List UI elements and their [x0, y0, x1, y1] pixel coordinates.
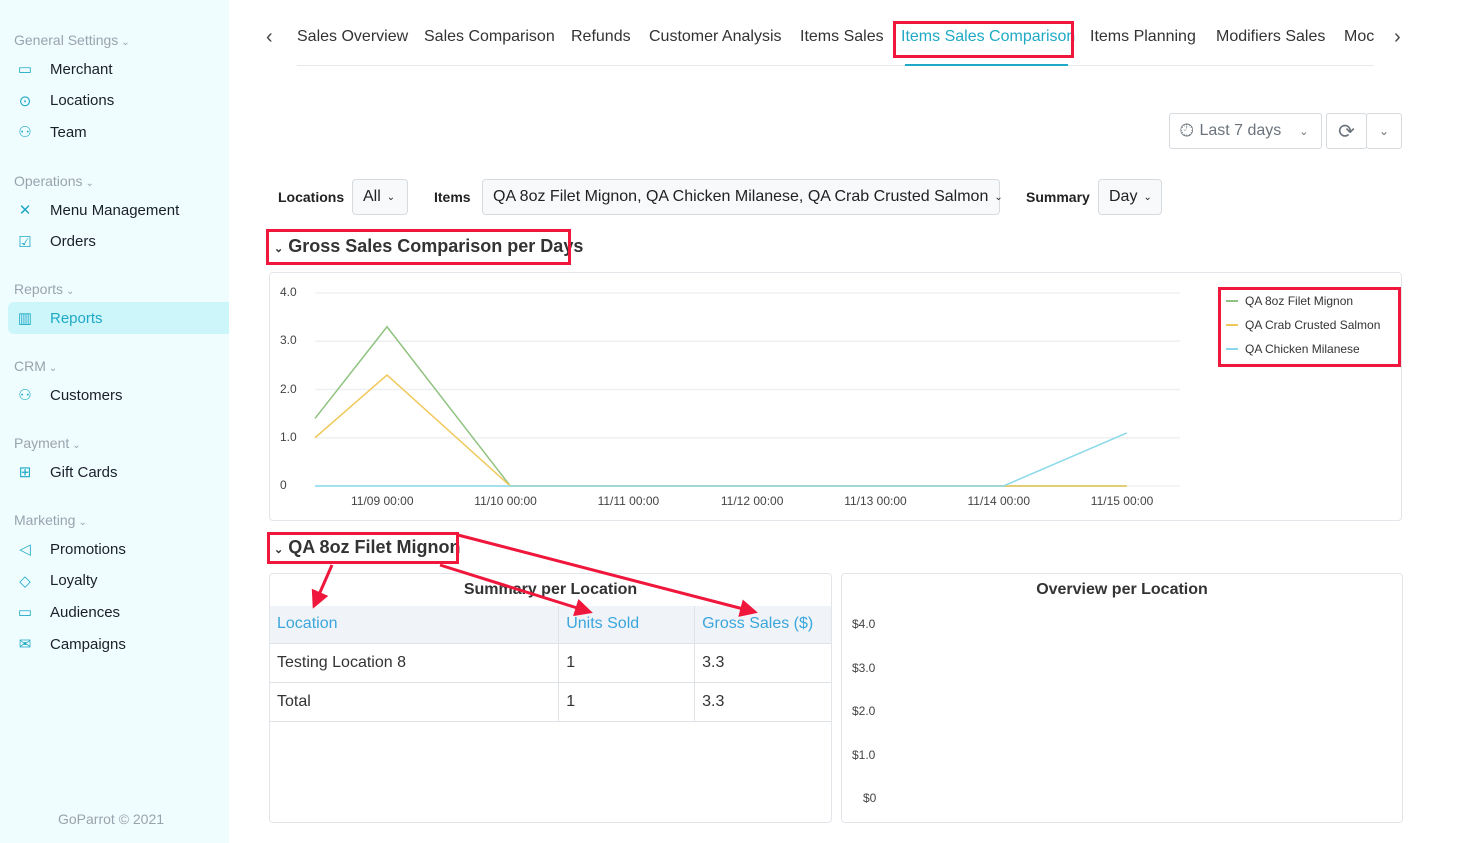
x-tick-label: 11/12 00:00 — [720, 494, 784, 508]
x-tick-label: 11/10 00:00 — [474, 494, 537, 508]
column-header[interactable]: Units Sold — [558, 606, 696, 644]
overview-chart-title: Overview per Location — [1036, 581, 1208, 598]
y-tick-label: $0 — [863, 791, 877, 805]
legend-label: QA Crab Crusted Salmon — [1245, 318, 1381, 332]
x-tick-label: 11/14 00:00 — [967, 494, 1031, 508]
x-tick-label: 11/15 00:00 — [1090, 494, 1154, 508]
table-cell: 3.3 — [694, 682, 831, 722]
column-header[interactable]: Gross Sales ($) — [694, 606, 831, 644]
table-cell: Total — [270, 682, 560, 722]
y-tick-label: 3.0 — [280, 333, 297, 348]
y-tick-label: 0 — [280, 478, 287, 492]
y-tick-label: $3.0 — [852, 660, 876, 675]
legend-item[interactable]: QA Crab Crusted Salmon — [1226, 318, 1380, 332]
table-row: Testing Location 8 1 3.3 — [270, 643, 831, 683]
table-header-row: Location Units Sold Gross Sales ($) — [270, 606, 831, 644]
table-row: Total 1 3.3 — [270, 682, 831, 722]
table-cell: 3.3 — [694, 643, 831, 683]
y-tick-label: $4.0 — [852, 617, 876, 631]
legend-swatch — [1226, 324, 1238, 326]
legend-item[interactable]: QA Chicken Milanese — [1226, 342, 1360, 356]
legend-item[interactable]: QA 8oz Filet Mignon — [1226, 294, 1353, 308]
y-tick-label: $1.0 — [852, 747, 876, 762]
series-line-qa-8oz-filet-mignon — [314, 325, 1127, 487]
legend-swatch — [1226, 300, 1238, 302]
summary-table-title: Summary per Location — [463, 581, 638, 598]
x-tick-label: 11/11 00:00 — [597, 494, 660, 508]
legend-label: QA 8oz Filet Mignon — [1245, 294, 1354, 308]
x-tick-label: 11/09 00:00 — [351, 494, 414, 508]
x-tick-label: 11/13 00:00 — [844, 494, 907, 508]
table-cell: Testing Location 8 — [270, 643, 560, 683]
y-tick-label: $2.0 — [852, 704, 876, 718]
y-tick-label: 4.0 — [280, 285, 297, 299]
table-cell: 1 — [558, 682, 696, 722]
section-item-toggle[interactable]: ⌄ QA 8oz Filet Mignon — [274, 537, 461, 558]
section-title: QA 8oz Filet Mignon — [288, 537, 461, 557]
legend-swatch — [1226, 348, 1238, 350]
y-tick-label: 2.0 — [280, 381, 297, 396]
legend-label: QA Chicken Milanese — [1245, 342, 1360, 356]
summary-per-location-card: Summary per Location Location Units Sold G… — [269, 573, 832, 823]
table-cell: 1 — [558, 643, 696, 683]
series-line-qa-chicken-milanese — [315, 432, 1128, 487]
overview-per-location-card: Overview per Location — [841, 573, 1403, 823]
y-tick-label: 1.0 — [280, 429, 297, 444]
summary-table: Location Units Sold Gross Sales ($) Testing… — [270, 606, 831, 722]
column-header[interactable]: Location — [270, 606, 560, 644]
chevron-down-icon: ⌄ — [274, 544, 284, 556]
